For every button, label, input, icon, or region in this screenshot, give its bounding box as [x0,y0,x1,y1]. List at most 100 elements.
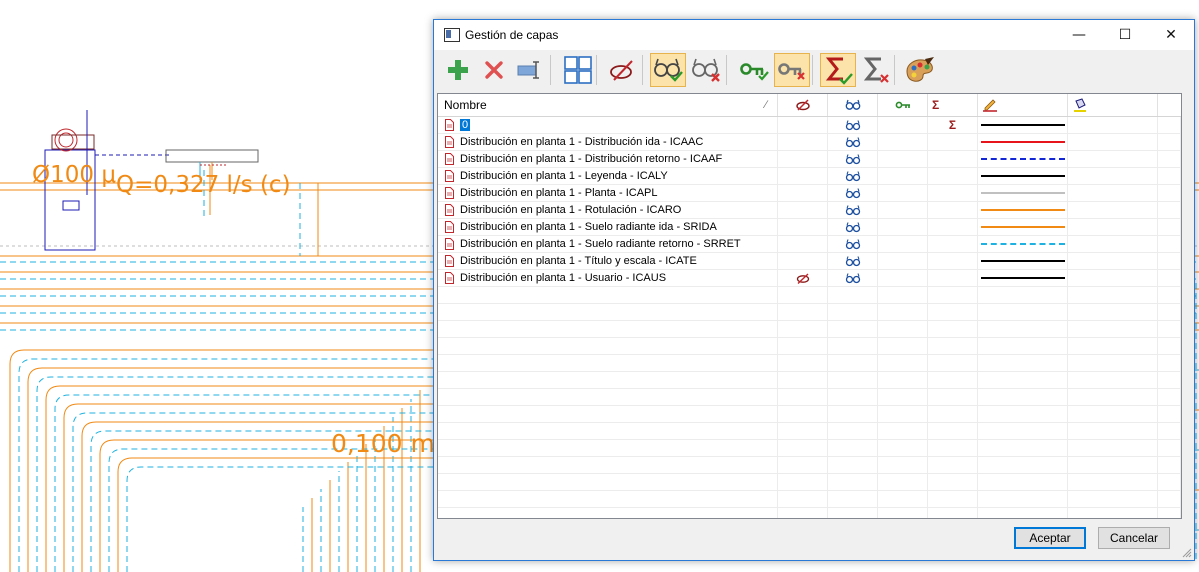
hidden-cell[interactable] [778,270,828,287]
unlock-all-button[interactable] [774,53,810,87]
line-style-cell[interactable] [978,253,1068,270]
layer-name-cell[interactable]: Distribución en planta 1 - Distribución … [438,134,778,151]
layer-name-cell[interactable]: Distribución en planta 1 - Suelo radiant… [438,219,778,236]
column-header-fill[interactable] [1068,94,1158,116]
sum-cell[interactable]: Σ [928,117,978,134]
line-style-cell[interactable] [978,202,1068,219]
sum-cell[interactable] [928,151,978,168]
visible-cell[interactable] [828,151,878,168]
rename-layer-button[interactable] [512,53,548,87]
locked-cell[interactable] [878,253,928,270]
layer-row[interactable]: Distribución en planta 1 - Usuario - ICA… [438,270,1181,287]
layer-row[interactable]: Distribución en planta 1 - Distribución … [438,134,1181,151]
fill-cell[interactable] [1068,134,1158,151]
locked-cell[interactable] [878,202,928,219]
column-header-visible[interactable] [828,94,878,116]
locked-cell[interactable] [878,219,928,236]
add-layer-button[interactable] [440,53,476,87]
line-style-cell[interactable] [978,236,1068,253]
fill-cell[interactable] [1068,270,1158,287]
fill-cell[interactable] [1068,202,1158,219]
hidden-cell[interactable] [778,185,828,202]
line-style-cell[interactable] [978,134,1068,151]
hidden-cell[interactable] [778,202,828,219]
visible-cell[interactable] [828,117,878,134]
visible-cell[interactable] [828,185,878,202]
layer-name-cell[interactable]: Distribución en planta 1 - Distribución … [438,151,778,168]
color-palette-button[interactable] [902,53,938,87]
hidden-cell[interactable] [778,236,828,253]
hidden-cell[interactable] [778,117,828,134]
layer-name-cell[interactable]: Distribución en planta 1 - Leyenda - ICA… [438,168,778,185]
fill-cell[interactable] [1068,185,1158,202]
fill-cell[interactable] [1068,219,1158,236]
sum-cell[interactable] [928,236,978,253]
line-style-cell[interactable] [978,151,1068,168]
hidden-cell[interactable] [778,151,828,168]
layer-name-cell[interactable]: Distribución en planta 1 - Planta - ICAP… [438,185,778,202]
layer-name-cell[interactable]: Distribución en planta 1 - Título y esca… [438,253,778,270]
locked-cell[interactable] [878,185,928,202]
locked-cell[interactable] [878,151,928,168]
maximize-button[interactable]: ☐ [1102,20,1148,50]
grid-view-button[interactable] [560,53,596,87]
sum-all-button[interactable] [820,53,856,87]
layer-name-cell[interactable]: Distribución en planta 1 - Rotulación - … [438,202,778,219]
column-header-line[interactable] [978,94,1068,116]
line-style-cell[interactable] [978,168,1068,185]
visible-cell[interactable] [828,168,878,185]
layer-row[interactable]: Distribución en planta 1 - Título y esca… [438,253,1181,270]
fill-cell[interactable] [1068,151,1158,168]
fill-cell[interactable] [1068,117,1158,134]
layer-row[interactable]: Distribución en planta 1 - Planta - ICAP… [438,185,1181,202]
sum-cell[interactable] [928,219,978,236]
hidden-toggle-button[interactable] [604,53,640,87]
layer-row[interactable]: Distribución en planta 1 - Suelo radiant… [438,219,1181,236]
fill-cell[interactable] [1068,236,1158,253]
minimize-button[interactable]: — [1056,20,1102,50]
line-style-cell[interactable] [978,185,1068,202]
layer-row[interactable]: Distribución en planta 1 - Rotulación - … [438,202,1181,219]
visible-cell[interactable] [828,219,878,236]
sum-cell[interactable] [928,134,978,151]
cancel-button[interactable]: Cancelar [1098,527,1170,549]
layer-name-cell[interactable]: Distribución en planta 1 - Suelo radiant… [438,236,778,253]
show-all-button[interactable] [650,53,686,87]
layer-row[interactable]: Distribución en planta 1 - Suelo radiant… [438,236,1181,253]
column-header-hidden[interactable] [778,94,828,116]
column-header-locked[interactable] [878,94,928,116]
visible-cell[interactable] [828,253,878,270]
sum-cell[interactable] [928,168,978,185]
sum-cell[interactable] [928,185,978,202]
fill-cell[interactable] [1068,253,1158,270]
sum-cell[interactable] [928,202,978,219]
sum-none-button[interactable] [858,53,894,87]
line-style-cell[interactable] [978,219,1068,236]
visible-cell[interactable] [828,134,878,151]
hidden-cell[interactable] [778,134,828,151]
layer-name-cell[interactable]: 0 [438,117,778,134]
layer-row[interactable]: Distribución en planta 1 - Leyenda - ICA… [438,168,1181,185]
hidden-cell[interactable] [778,253,828,270]
visible-cell[interactable] [828,270,878,287]
column-header-name[interactable]: Nombre ∕ [438,94,778,116]
layer-row[interactable]: Distribución en planta 1 - Distribución … [438,151,1181,168]
hide-all-button[interactable] [688,53,724,87]
accept-button[interactable]: Aceptar [1014,527,1086,549]
delete-layer-button[interactable] [476,53,512,87]
column-header-sum[interactable]: Σ [928,94,978,116]
close-button[interactable]: ✕ [1148,20,1194,50]
locked-cell[interactable] [878,236,928,253]
hidden-cell[interactable] [778,168,828,185]
layer-name-cell[interactable]: Distribución en planta 1 - Usuario - ICA… [438,270,778,287]
locked-cell[interactable] [878,270,928,287]
sum-cell[interactable] [928,253,978,270]
visible-cell[interactable] [828,236,878,253]
lock-all-button[interactable] [736,53,772,87]
visible-cell[interactable] [828,202,878,219]
title-bar[interactable]: Gestión de capas — ☐ ✕ [434,20,1194,50]
resize-grip-icon[interactable] [1182,548,1192,558]
sum-cell[interactable] [928,270,978,287]
line-style-cell[interactable] [978,117,1068,134]
hidden-cell[interactable] [778,219,828,236]
